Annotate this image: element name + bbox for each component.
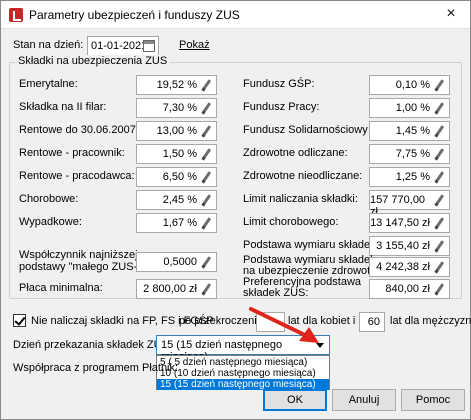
cancel-button[interactable]: Anuluj (332, 389, 396, 411)
coef-field[interactable]: 0,5000 (136, 252, 217, 272)
min-pay-value: 2 800,00 zł (143, 283, 197, 295)
second-pillar-value: 7,30 % (162, 102, 197, 114)
option-10[interactable]: 10 (10 dzień następnego miesiąca) (157, 368, 329, 379)
sickness-value: 2,45 % (162, 194, 197, 206)
title-bar: Parametry ubezpieczeń i funduszy ZUS × (1, 1, 470, 29)
disability-2007-field[interactable]: 13,00 % (136, 121, 217, 141)
edit-pencil-icon[interactable] (433, 148, 446, 161)
edit-pencil-icon[interactable] (200, 102, 213, 115)
sickness-limit-value: 13 147,50 zł (370, 217, 430, 229)
solidarity-fund-value: 1,45 % (395, 125, 430, 137)
group-title: Składki na ubezpieczenia ZUS (15, 55, 171, 67)
sickness-limit-label: Limit chorobowego: (243, 216, 339, 228)
edit-pencil-icon[interactable] (200, 171, 213, 184)
fgsp-label: Fundusz GŚP: (243, 78, 315, 90)
disability-employer-field[interactable]: 6,50 % (136, 167, 217, 187)
calendar-icon[interactable] (143, 40, 155, 52)
solidarity-fund-label: Fundusz Solidarnościowy (243, 124, 368, 136)
health-deductible-value: 7,75 % (395, 148, 430, 160)
transfer-day-options: 5 ( 5 dzień następnego miesiąca) 10 (10 … (156, 355, 330, 390)
pension-field[interactable]: 19,52 % (136, 75, 217, 95)
edit-pencil-icon[interactable] (200, 148, 213, 161)
edit-pencil-icon[interactable] (433, 261, 446, 274)
show-link[interactable]: Pokaż (179, 39, 210, 51)
date-label: Stan na dzień: (13, 39, 84, 51)
sickness-limit-field[interactable]: 13 147,50 zł (369, 213, 450, 233)
health-nondeductible-value: 1,25 % (395, 171, 430, 183)
sickness-field[interactable]: 2,45 % (136, 190, 217, 210)
disability-employee-value: 1,50 % (162, 148, 197, 160)
men-suffix-label: lat dla mężczyzn (390, 315, 471, 327)
health-base-value: 4 242,38 zł (376, 261, 430, 273)
pension-label: Emerytalne: (19, 78, 78, 90)
edit-pencil-icon[interactable] (433, 194, 446, 207)
platnik-label: Współpraca z programem Płatnik: (13, 362, 179, 374)
edit-pencil-icon[interactable] (433, 240, 446, 253)
edit-pencil-icon[interactable] (433, 217, 446, 230)
exempt-fp-checkbox[interactable] (13, 314, 26, 327)
disability-2007-value: 13,00 % (156, 125, 197, 137)
pref-base-value: 840,00 zł (385, 283, 430, 295)
fgsp-value: 0,10 % (395, 79, 430, 91)
ok-button[interactable]: OK (263, 389, 327, 411)
contribution-limit-label: Limit naliczania składki: (243, 193, 358, 205)
labour-fund-field[interactable]: 1,00 % (369, 98, 450, 118)
edit-pencil-icon[interactable] (433, 171, 446, 184)
min-pay-label: Płaca minimalna: (19, 282, 103, 294)
disability-employer-value: 6,50 % (162, 171, 197, 183)
disability-employee-label: Rentowe - pracownik: (19, 147, 125, 159)
health-base-field[interactable]: 4 242,38 zł (369, 257, 450, 277)
disability-employee-field[interactable]: 1,50 % (136, 144, 217, 164)
health-deductible-label: Zdrowotne odliczane: (243, 147, 348, 159)
second-pillar-field[interactable]: 7,30 % (136, 98, 217, 118)
edit-pencil-icon[interactable] (433, 79, 446, 92)
health-nondeductible-label: Zdrowotne nieodliczane: (243, 170, 363, 182)
accident-value: 1,67 % (162, 217, 197, 229)
contribution-base-field[interactable]: 3 155,40 zł (369, 236, 450, 256)
health-deductible-field[interactable]: 7,75 % (369, 144, 450, 164)
red-arrow-icon (249, 307, 319, 343)
labour-fund-value: 1,00 % (395, 102, 430, 114)
solidarity-fund-field[interactable]: 1,45 % (369, 121, 450, 141)
contribution-limit-field[interactable]: 157 770,00 zł (369, 190, 450, 218)
coef-label-line2: podstawy "małego ZUS-u": (19, 261, 151, 273)
labour-fund-label: Fundusz Pracy: (243, 101, 320, 113)
accident-field[interactable]: 1,67 % (136, 213, 217, 233)
coef-label-line1: Współczynnik najniższej (19, 249, 138, 261)
transfer-day-label: Dzień przekazania składek ZUS: (13, 339, 172, 351)
edit-pencil-icon[interactable] (200, 194, 213, 207)
disability-2007-label: Rentowe do 30.06.2007: (19, 124, 139, 136)
edit-pencil-icon[interactable] (200, 217, 213, 230)
edit-pencil-icon[interactable] (200, 79, 213, 92)
edit-pencil-icon[interactable] (433, 125, 446, 138)
close-button[interactable]: × (440, 5, 462, 25)
edit-pencil-icon[interactable] (433, 283, 446, 296)
contribution-base-label: Podstawa wymiaru składek: (243, 239, 379, 251)
pref-base-label-line2: składek ZUS: (243, 287, 309, 299)
disability-employer-label: Rentowe - pracodawca: (19, 170, 135, 182)
edit-pencil-icon[interactable] (433, 102, 446, 115)
window-title: Parametry ubezpieczeń i funduszy ZUS (29, 8, 240, 22)
edit-pencil-icon[interactable] (200, 283, 213, 296)
coef-value: 0,5000 (163, 256, 197, 268)
min-pay-field[interactable]: 2 800,00 zł (136, 279, 217, 299)
men-age-input[interactable]: 60 (359, 312, 385, 332)
option-5[interactable]: 5 ( 5 dzień następnego miesiąca) (157, 357, 329, 368)
health-nondeductible-field[interactable]: 1,25 % (369, 167, 450, 187)
edit-pencil-icon[interactable] (200, 125, 213, 138)
edit-pencil-icon[interactable] (200, 256, 213, 269)
pension-value: 19,52 % (156, 79, 197, 91)
date-input[interactable]: 01-01-2021 (87, 36, 159, 56)
pref-base-field[interactable]: 840,00 zł (369, 279, 450, 299)
contribution-base-value: 3 155,40 zł (376, 240, 430, 252)
accident-label: Wypadkowe: (19, 216, 82, 228)
second-pillar-label: Składka na II filar: (19, 101, 107, 113)
app-icon (9, 8, 23, 22)
help-button[interactable]: Pomoc (401, 389, 465, 411)
date-value: 01-01-2021 (91, 40, 148, 52)
sickness-label: Chorobowe: (19, 193, 79, 205)
fgsp-field[interactable]: 0,10 % (369, 75, 450, 95)
dialog-window: Parametry ubezpieczeń i funduszy ZUS × S… (0, 0, 471, 420)
